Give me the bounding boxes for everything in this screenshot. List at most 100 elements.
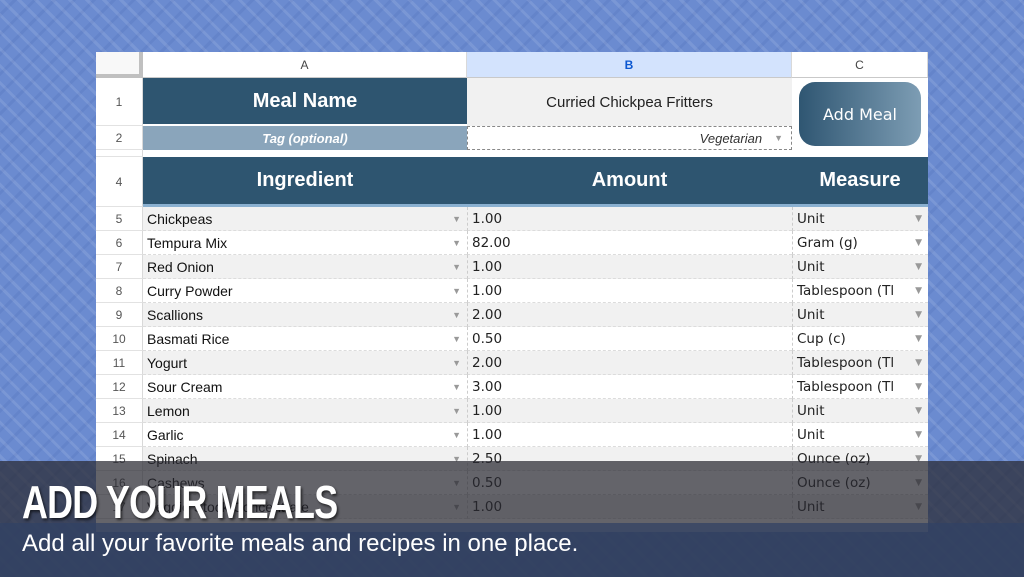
row-header[interactable]: 4 <box>96 157 143 207</box>
measure-value: Cup (c) <box>797 330 846 347</box>
row-header[interactable]: 12 <box>96 375 143 399</box>
amount-cell[interactable]: 82.00 <box>467 231 792 255</box>
measure-value: Unit <box>797 210 825 227</box>
measure-dropdown[interactable]: Unit ▼ <box>792 207 928 231</box>
dropdown-arrow-icon[interactable]: ▼ <box>915 406 922 416</box>
amount-cell[interactable]: 2.00 <box>467 303 792 327</box>
measure-dropdown[interactable]: Tablespoon (Tl ▼ <box>792 351 928 375</box>
measure-value: Unit <box>797 306 825 323</box>
select-all-corner[interactable] <box>96 52 143 78</box>
row-header[interactable]: 9 <box>96 303 143 327</box>
row-header[interactable]: 1 <box>96 78 143 126</box>
amount-cell[interactable]: 2.00 <box>467 351 792 375</box>
row-header[interactable]: 10 <box>96 327 143 351</box>
dropdown-arrow-icon[interactable]: ▼ <box>915 382 922 392</box>
amount-cell[interactable]: 1.00 <box>467 255 792 279</box>
dropdown-arrow-icon[interactable]: ▼ <box>452 310 461 320</box>
ingredient-dropdown[interactable]: Tempura Mix ▼ <box>143 231 467 255</box>
dropdown-arrow-icon[interactable]: ▼ <box>915 238 922 248</box>
dropdown-arrow-icon[interactable]: ▼ <box>452 286 461 296</box>
dropdown-arrow-icon[interactable]: ▼ <box>915 262 922 272</box>
spacer-cell <box>143 150 467 157</box>
ingredient-dropdown[interactable]: Lemon ▼ <box>143 399 467 423</box>
ingredient-dropdown[interactable]: Garlic ▼ <box>143 423 467 447</box>
ingredient-dropdown[interactable]: Sour Cream ▼ <box>143 375 467 399</box>
dropdown-arrow-icon[interactable]: ▼ <box>774 133 783 143</box>
measure-dropdown[interactable]: Unit ▼ <box>792 255 928 279</box>
dropdown-arrow-icon[interactable]: ▼ <box>452 334 461 344</box>
measure-dropdown[interactable]: Unit ▼ <box>792 303 928 327</box>
ingredient-value: Yogurt <box>147 354 187 371</box>
amount-cell[interactable]: 3.00 <box>467 375 792 399</box>
row-header[interactable] <box>96 150 143 157</box>
row-header[interactable]: 14 <box>96 423 143 447</box>
measure-value: Tablespoon (Tl <box>797 282 895 299</box>
row-header[interactable]: 2 <box>96 126 143 150</box>
dropdown-arrow-icon[interactable]: ▼ <box>452 262 461 272</box>
measure-dropdown[interactable]: Tablespoon (Tl ▼ <box>792 279 928 303</box>
ingredient-dropdown[interactable]: Scallions ▼ <box>143 303 467 327</box>
measure-value: Unit <box>797 402 825 419</box>
add-meal-button[interactable]: Add Meal <box>799 82 921 146</box>
column-header-b[interactable]: B <box>467 52 792 78</box>
row-header[interactable]: 7 <box>96 255 143 279</box>
measure-dropdown[interactable]: Tablespoon (Tl ▼ <box>792 375 928 399</box>
row-header[interactable]: 8 <box>96 279 143 303</box>
dropdown-arrow-icon[interactable]: ▼ <box>452 358 461 368</box>
ingredient-dropdown[interactable]: Curry Powder ▼ <box>143 279 467 303</box>
row-header[interactable]: 6 <box>96 231 143 255</box>
measure-dropdown[interactable]: Unit ▼ <box>792 399 928 423</box>
ingredient-value: Lemon <box>147 402 190 419</box>
ingredient-value: Red Onion <box>147 258 214 275</box>
ingredient-value: Curry Powder <box>147 282 233 299</box>
caption-title: ADD YOUR MEALS <box>22 476 338 528</box>
tag-label: Tag (optional) <box>143 126 467 150</box>
meal-name-input[interactable]: Curried Chickpea Fritters <box>467 78 792 126</box>
measure-dropdown[interactable]: Gram (g) ▼ <box>792 231 928 255</box>
dropdown-arrow-icon[interactable]: ▼ <box>452 430 461 440</box>
amount-cell[interactable]: 1.00 <box>467 279 792 303</box>
amount-cell[interactable]: 0.50 <box>467 327 792 351</box>
dropdown-arrow-icon[interactable]: ▼ <box>452 406 461 416</box>
measure-value: Gram (g) <box>797 234 858 251</box>
ingredient-dropdown[interactable]: Yogurt ▼ <box>143 351 467 375</box>
tag-dropdown[interactable]: Vegetarian ▼ <box>467 126 792 150</box>
column-header-a[interactable]: A <box>143 52 467 78</box>
dropdown-arrow-icon[interactable]: ▼ <box>915 358 922 368</box>
ingredient-value: Tempura Mix <box>147 234 228 251</box>
dropdown-arrow-icon[interactable]: ▼ <box>452 382 461 392</box>
ingredient-value: Scallions <box>147 306 204 323</box>
row-header[interactable]: 13 <box>96 399 143 423</box>
ingredient-dropdown[interactable]: Chickpeas ▼ <box>143 207 467 231</box>
spreadsheet: A B C 1 Meal Name Curried Chickpea Fritt… <box>96 52 928 532</box>
ingredient-value: Sour Cream <box>147 378 223 395</box>
measure-dropdown[interactable]: Unit ▼ <box>792 423 928 447</box>
measure-value: Unit <box>797 258 825 275</box>
dropdown-arrow-icon[interactable]: ▼ <box>915 286 922 296</box>
dropdown-arrow-icon[interactable]: ▼ <box>452 214 461 224</box>
spacer-cell <box>467 150 792 157</box>
amount-cell[interactable]: 1.00 <box>467 399 792 423</box>
caption-subtitle: Add all your favorite meals and recipes … <box>22 530 579 557</box>
row-header[interactable]: 5 <box>96 207 143 231</box>
column-header-c[interactable]: C <box>792 52 928 78</box>
sheet-grid: A B C 1 Meal Name Curried Chickpea Fritt… <box>96 52 928 207</box>
ingredient-dropdown[interactable]: Red Onion ▼ <box>143 255 467 279</box>
dropdown-arrow-icon[interactable]: ▼ <box>915 310 922 320</box>
measure-value: Tablespoon (Tl <box>797 378 895 395</box>
dropdown-arrow-icon[interactable]: ▼ <box>915 334 922 344</box>
ingredient-value: Garlic <box>147 426 184 443</box>
dropdown-arrow-icon[interactable]: ▼ <box>915 430 922 440</box>
dropdown-arrow-icon[interactable]: ▼ <box>452 238 461 248</box>
add-meal-cell: Add Meal <box>792 78 928 150</box>
ingredient-value: Chickpeas <box>147 210 213 227</box>
ingredient-dropdown[interactable]: Basmati Rice ▼ <box>143 327 467 351</box>
ingredient-header: Ingredient <box>143 157 467 207</box>
row-header[interactable]: 11 <box>96 351 143 375</box>
amount-cell[interactable]: 1.00 <box>467 207 792 231</box>
ingredient-value: Basmati Rice <box>147 330 230 347</box>
tag-value: Vegetarian <box>699 130 763 146</box>
dropdown-arrow-icon[interactable]: ▼ <box>915 214 922 224</box>
amount-cell[interactable]: 1.00 <box>467 423 792 447</box>
measure-dropdown[interactable]: Cup (c) ▼ <box>792 327 928 351</box>
